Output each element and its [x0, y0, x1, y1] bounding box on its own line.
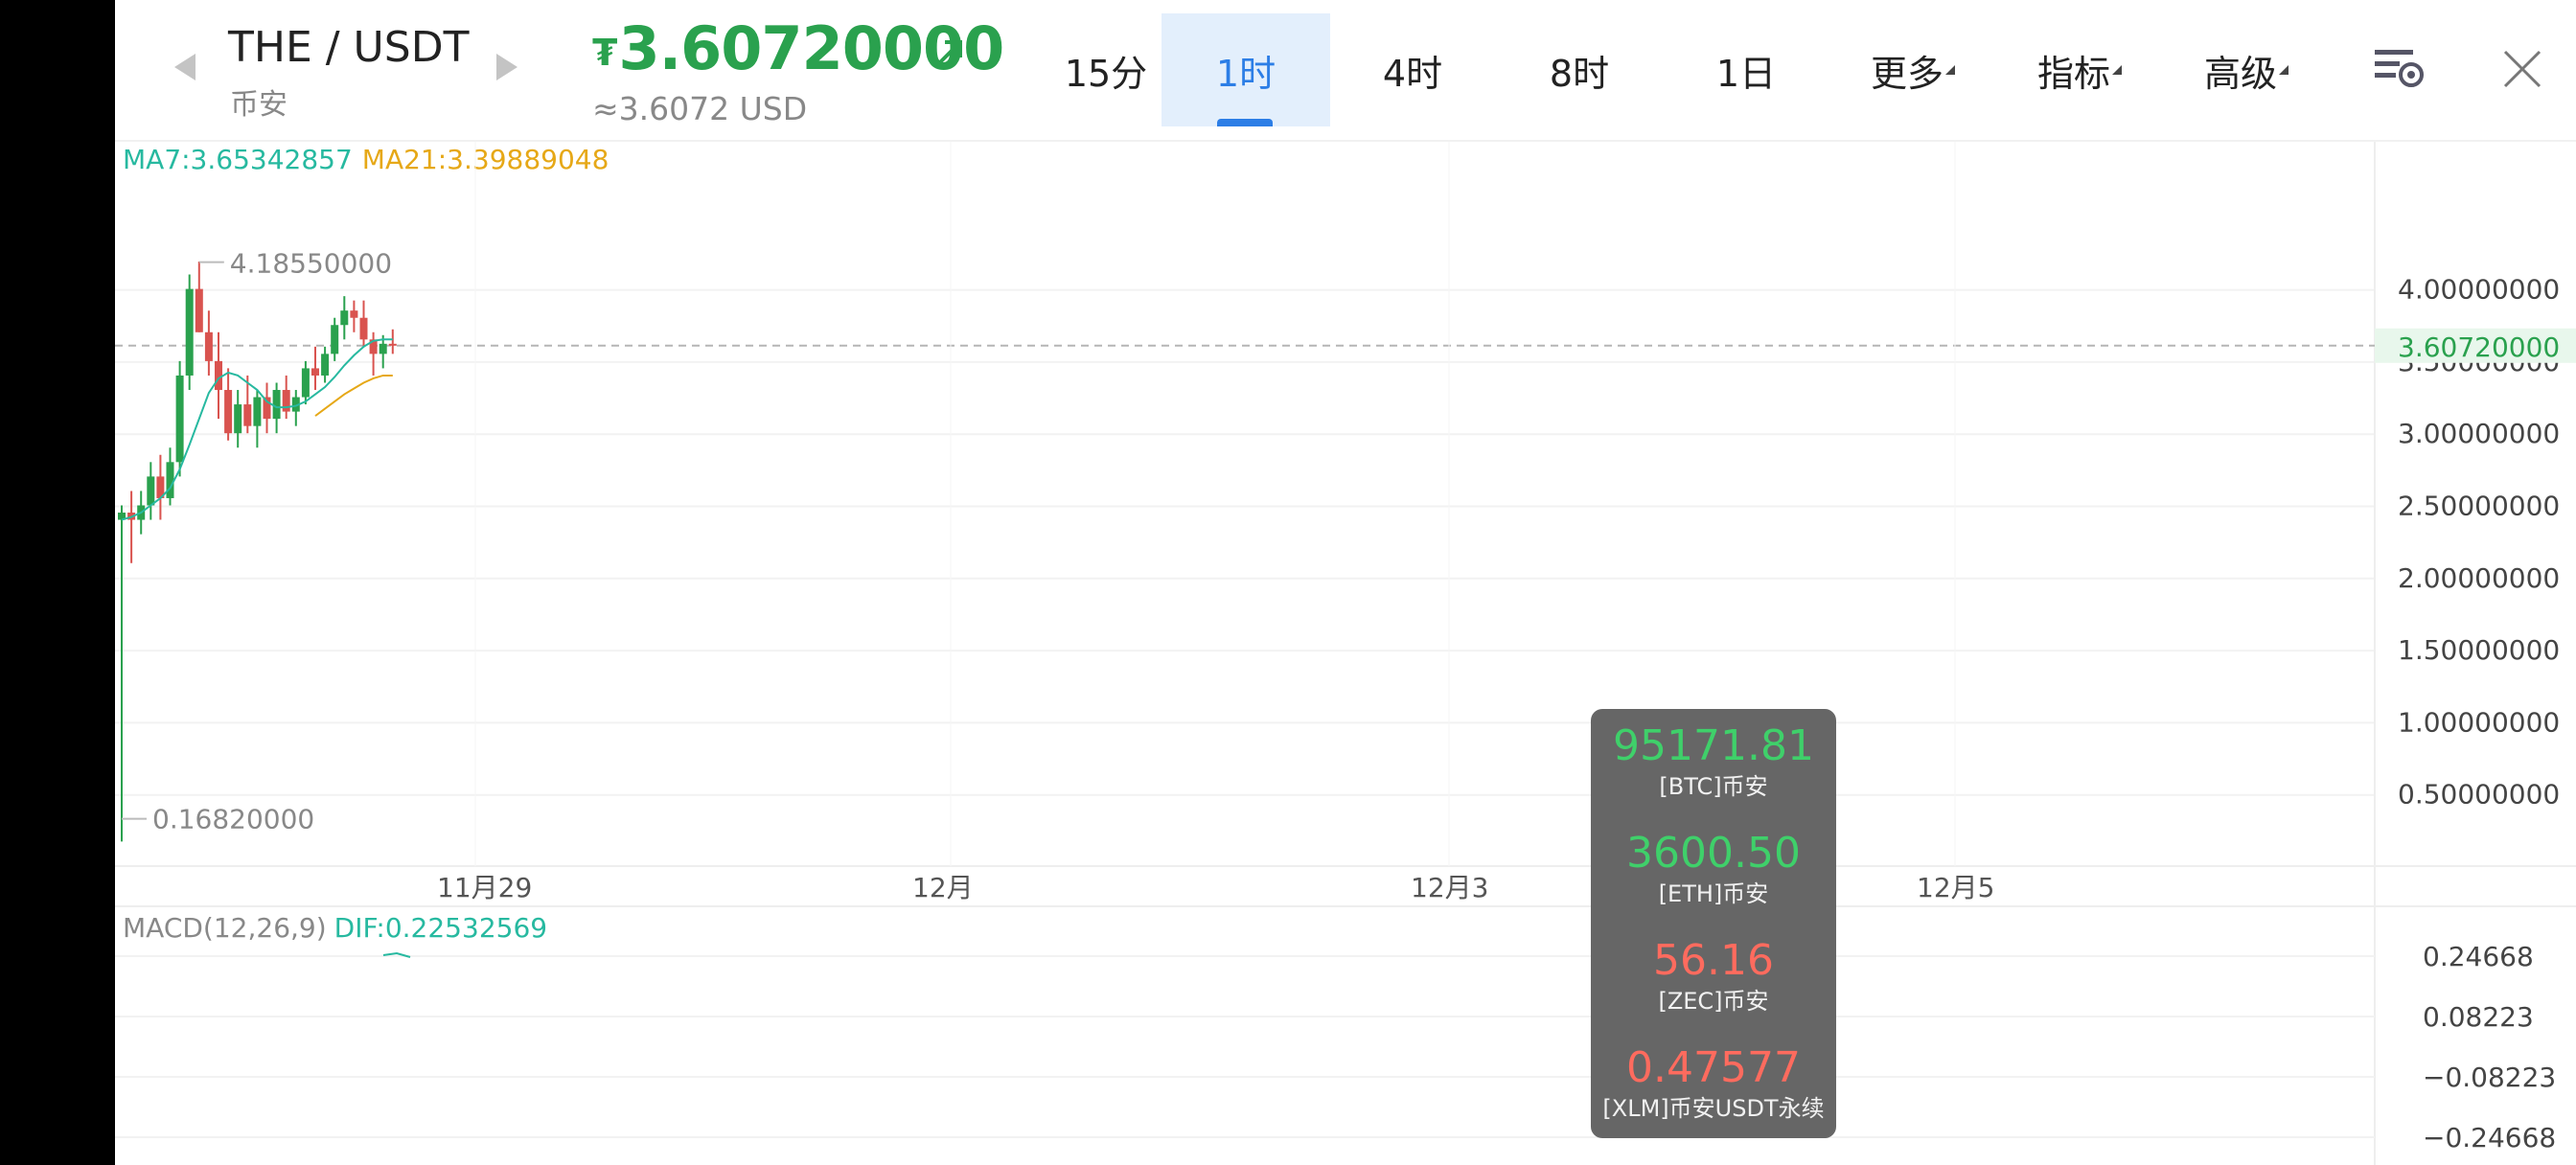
low-price-label: 0.16820000: [152, 804, 314, 835]
candle-body: [311, 368, 319, 376]
price-axis-tick: 1.00000000: [2398, 706, 2560, 738]
tooltip-item-btc[interactable]: 95171.81 [BTC]币安: [1591, 709, 1836, 816]
tooltip-value: 56.16: [1653, 936, 1774, 985]
candle-body: [147, 476, 155, 506]
price-axis-tick: 2.50000000: [2398, 491, 2560, 522]
candle-body: [359, 317, 368, 340]
candle-body: [204, 331, 213, 361]
macd-axis-tick: 0.08223: [2423, 1001, 2534, 1033]
high-price-label: 4.18550000: [230, 248, 392, 280]
tooltip-item-eth[interactable]: 3600.50 [ETH]币安: [1591, 816, 1836, 924]
price-chart[interactable]: 4.000000003.500000003.000000002.50000000…: [115, 0, 2576, 1165]
macd-axis-tick: −0.24668: [2423, 1122, 2556, 1154]
trading-screen: THE / USDT 币安 ₮3.60720000 ≈3.6072 USD 15…: [115, 0, 2576, 1165]
candle-body: [253, 397, 262, 426]
candle-body: [243, 404, 252, 426]
time-axis-label: 12月: [912, 872, 974, 903]
tooltip-item-zec[interactable]: 56.16 [ZEC]币安: [1591, 924, 1836, 1031]
tooltip-item-xlm[interactable]: 0.47577 [XLM]币安USDT永续: [1591, 1031, 1836, 1138]
tooltip-value: 95171.81: [1613, 721, 1814, 770]
time-axis-label: 12月5: [1917, 872, 1994, 903]
price-axis-tick: 3.00000000: [2398, 418, 2560, 449]
candle-body: [224, 390, 233, 434]
time-axis-label: 11月29: [437, 872, 532, 903]
price-axis-tick: 2.00000000: [2398, 562, 2560, 594]
candle-body: [215, 360, 222, 391]
candle-body: [185, 288, 194, 376]
tooltip-name: [XLM]币安USDT永续: [1602, 1095, 1825, 1122]
price-axis-tick: 4.00000000: [2398, 274, 2560, 306]
candle-body: [301, 368, 310, 398]
tooltip-name: [BTC]币安: [1659, 773, 1768, 800]
candle-body: [272, 390, 281, 420]
market-tooltip[interactable]: 95171.81 [BTC]币安 3600.50 [ETH]币安 56.16 […: [1591, 709, 1836, 1138]
candle-body: [379, 343, 387, 354]
tooltip-name: [ETH]币安: [1658, 880, 1769, 907]
tooltip-name: [ZEC]币安: [1658, 988, 1769, 1015]
current-price-label: 3.60720000: [2398, 331, 2560, 363]
macd-axis-tick: 0.24668: [2423, 941, 2534, 972]
candle-body: [340, 310, 349, 326]
candle-body: [388, 343, 397, 346]
candle-body: [282, 390, 290, 412]
macd-axis-tick: −0.08223: [2423, 1062, 2556, 1093]
time-axis-label: 12月3: [1411, 872, 1488, 903]
price-axis-tick: 1.50000000: [2398, 634, 2560, 666]
candle-body: [331, 325, 339, 354]
candle-body: [321, 354, 330, 376]
candle-body: [175, 375, 184, 463]
candle-body: [195, 288, 203, 332]
candle-body: [166, 462, 174, 498]
tooltip-value: 0.47577: [1626, 1043, 1801, 1092]
candle-body: [234, 404, 242, 434]
ma21-line: [314, 374, 393, 417]
candle-body: [350, 310, 358, 318]
tooltip-value: 3600.50: [1626, 829, 1801, 878]
price-axis-tick: 0.50000000: [2398, 779, 2560, 811]
